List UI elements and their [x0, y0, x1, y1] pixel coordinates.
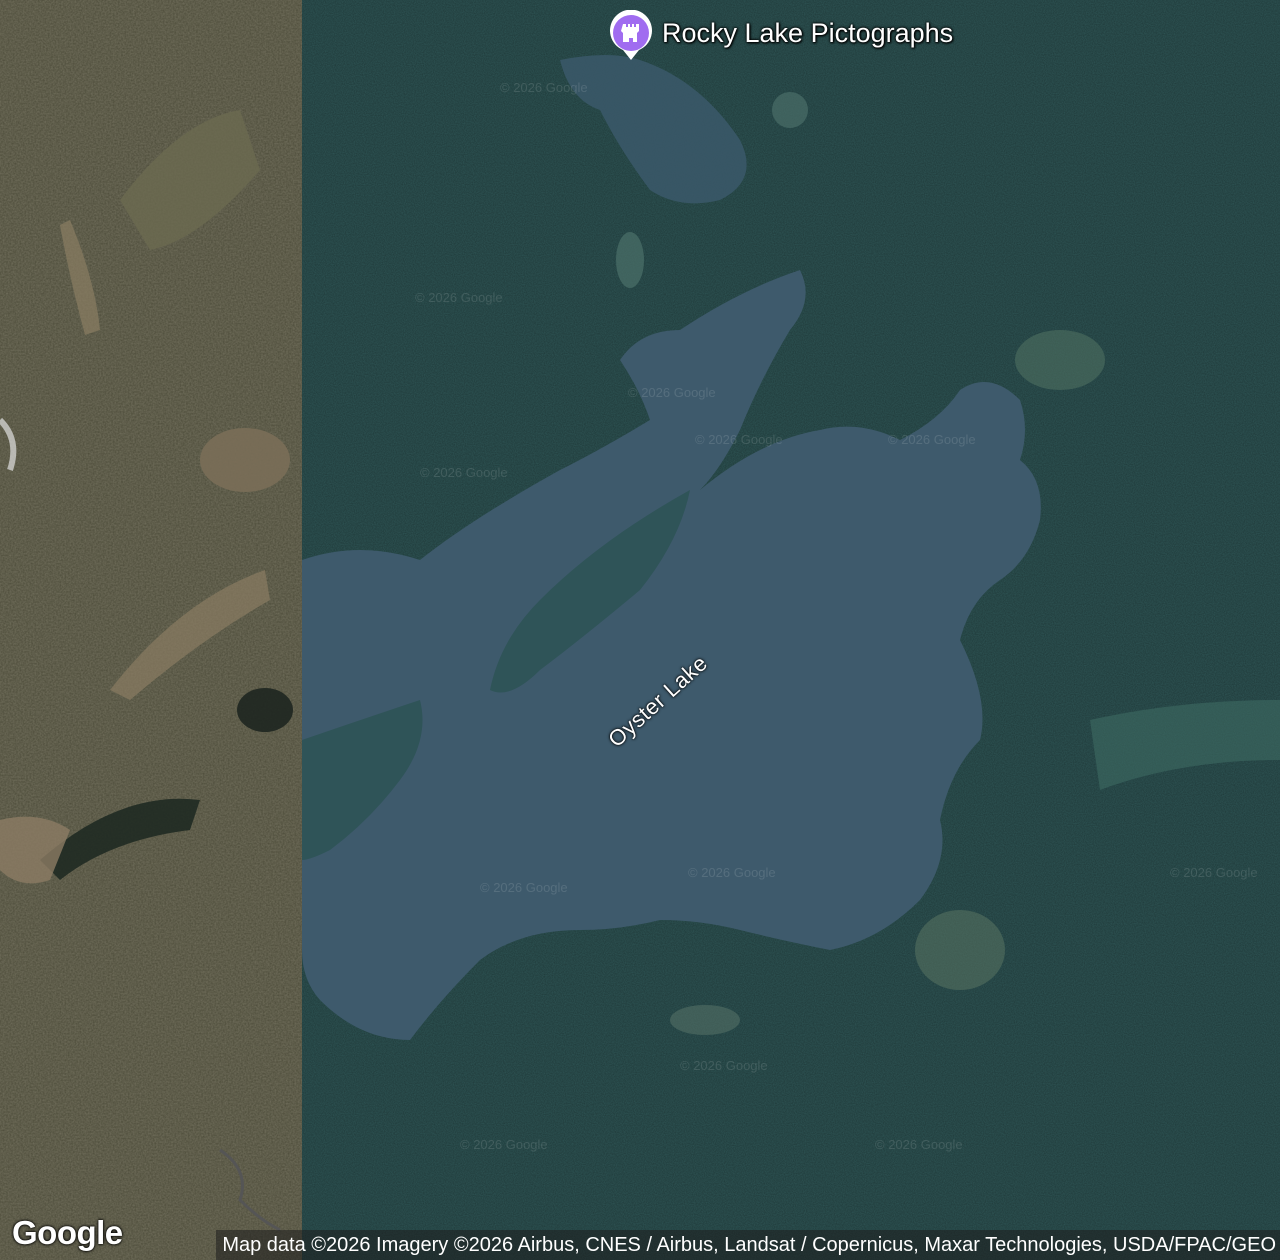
watermark: © 2026 Google	[875, 1137, 963, 1152]
poi-label: Rocky Lake Pictographs	[662, 17, 954, 48]
watermark: © 2026 Google	[688, 865, 776, 880]
watermark: © 2026 Google	[460, 1137, 548, 1152]
watermark: © 2026 Google	[680, 1058, 768, 1073]
satellite-map[interactable]: © 2026 Google © 2026 Google © 2026 Googl…	[0, 0, 1280, 1260]
watermark: © 2026 Google	[1170, 865, 1258, 880]
watermark: © 2026 Google	[415, 290, 503, 305]
watermark: © 2026 Google	[500, 80, 588, 95]
watermark: © 2026 Google	[888, 432, 976, 447]
watermark: © 2026 Google	[695, 432, 783, 447]
satellite-imagery	[0, 0, 1280, 1260]
map-attribution[interactable]: Map data ©2026 Imagery ©2026 Airbus, CNE…	[216, 1230, 1280, 1260]
watermark: © 2026 Google	[628, 385, 716, 400]
castle-tower-icon	[608, 9, 654, 62]
watermark: © 2026 Google	[480, 880, 568, 895]
poi-marker-rocky-lake-pictographs[interactable]: Rocky Lake Pictographs	[608, 9, 954, 62]
watermark: © 2026 Google	[420, 465, 508, 480]
google-logo: Google	[12, 1214, 123, 1251]
